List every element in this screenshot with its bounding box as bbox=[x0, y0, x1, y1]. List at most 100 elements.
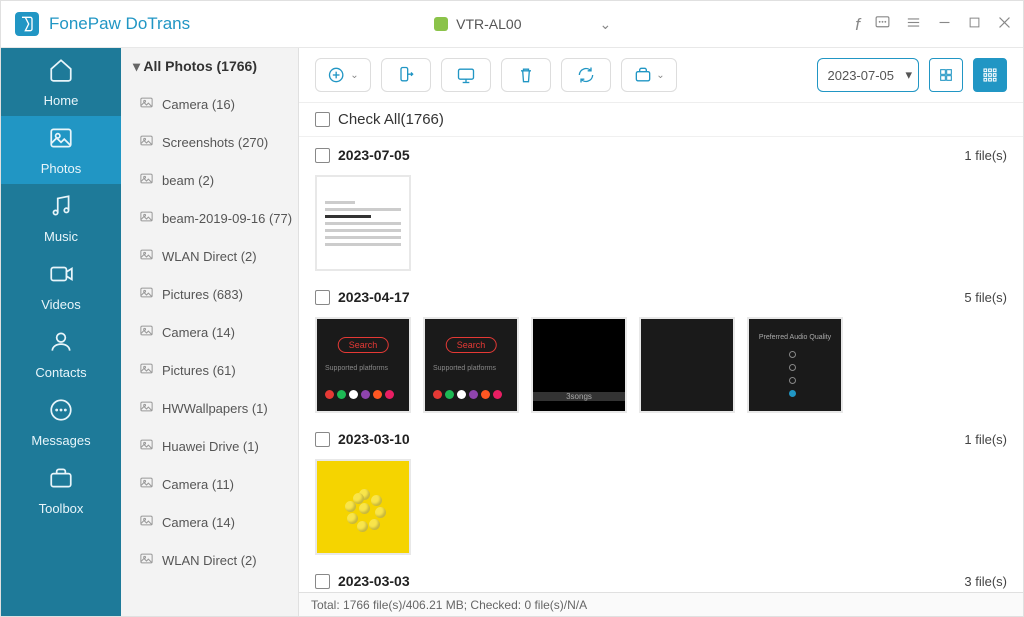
chevron-down-icon: ⌄ bbox=[600, 16, 612, 33]
photo-thumbnail[interactable]: 3songs bbox=[531, 317, 627, 413]
device-selector[interactable]: VTR-AL00 ⌄ bbox=[434, 9, 611, 39]
export-to-device-button[interactable] bbox=[381, 58, 431, 92]
date-group-header: 2023-04-175 file(s) bbox=[315, 283, 1007, 311]
folder-item[interactable]: beam-2019-09-16 (77) bbox=[121, 199, 298, 237]
chevron-down-icon: ⌄ bbox=[656, 70, 664, 81]
device-name: VTR-AL00 bbox=[456, 16, 521, 32]
folder-label: beam (2) bbox=[162, 173, 214, 188]
folder-label: Camera (16) bbox=[162, 97, 235, 112]
image-icon bbox=[139, 361, 154, 379]
folder-item[interactable]: Camera (16) bbox=[121, 85, 298, 123]
folder-item[interactable]: WLAN Direct (2) bbox=[121, 541, 298, 579]
folder-item[interactable]: Pictures (683) bbox=[121, 275, 298, 313]
sidebar-item-music[interactable]: Music bbox=[1, 184, 121, 252]
sidebar-item-photos[interactable]: Photos bbox=[1, 116, 121, 184]
photos-area[interactable]: 2023-07-051 file(s) 2023-04-175 file(s) Se… bbox=[299, 137, 1023, 592]
folder-item[interactable]: HWWallpapers (1) bbox=[121, 389, 298, 427]
toolbox-icon bbox=[48, 465, 74, 497]
photo-thumbnail[interactable] bbox=[315, 459, 411, 555]
sidebar-item-messages[interactable]: Messages bbox=[1, 388, 121, 456]
image-icon bbox=[139, 171, 154, 189]
group-file-count: 3 file(s) bbox=[964, 574, 1007, 589]
image-icon bbox=[139, 513, 154, 531]
folder-heading: All Photos (1766) bbox=[143, 58, 257, 74]
view-grid-button[interactable] bbox=[973, 58, 1007, 92]
sidebar-item-label: Messages bbox=[31, 433, 90, 448]
sidebar-item-label: Toolbox bbox=[39, 501, 84, 516]
image-icon bbox=[139, 285, 154, 303]
share-icon[interactable]: f bbox=[855, 16, 860, 33]
album-button[interactable]: ⌄ bbox=[621, 58, 677, 92]
view-list-button[interactable] bbox=[929, 58, 963, 92]
folder-item[interactable]: Camera (14) bbox=[121, 503, 298, 541]
delete-button[interactable] bbox=[501, 58, 551, 92]
image-icon bbox=[139, 209, 154, 227]
group-file-count: 5 file(s) bbox=[964, 290, 1007, 305]
chevron-down-icon: ▾ bbox=[133, 58, 140, 74]
date-filter-value: 2023-07-05 bbox=[828, 68, 895, 83]
photo-thumbnail[interactable]: SearchSupported platforms bbox=[423, 317, 519, 413]
feedback-icon[interactable] bbox=[874, 14, 891, 34]
sidebar-item-toolbox[interactable]: Toolbox bbox=[1, 456, 121, 524]
photo-thumbnail[interactable] bbox=[315, 175, 411, 271]
folder-item[interactable]: beam (2) bbox=[121, 161, 298, 199]
folder-label: beam-2019-09-16 (77) bbox=[162, 211, 292, 226]
group-checkbox[interactable] bbox=[315, 574, 330, 589]
group-file-count: 1 file(s) bbox=[964, 432, 1007, 447]
image-icon bbox=[139, 133, 154, 151]
date-group-header: 2023-07-051 file(s) bbox=[315, 141, 1007, 169]
folder-item[interactable]: Huawei Drive (1) bbox=[121, 427, 298, 465]
export-to-pc-button[interactable] bbox=[441, 58, 491, 92]
home-icon bbox=[48, 57, 74, 89]
status-text: Total: 1766 file(s)/406.21 MB; Checked: … bbox=[311, 598, 587, 612]
folder-item[interactable]: Camera (11) bbox=[121, 465, 298, 503]
date-group-header: 2023-03-033 file(s) bbox=[315, 567, 1007, 592]
folder-label: Camera (14) bbox=[162, 325, 235, 340]
group-checkbox[interactable] bbox=[315, 432, 330, 447]
folder-item[interactable]: Pictures (61) bbox=[121, 351, 298, 389]
folder-list-header[interactable]: ▾ All Photos (1766) bbox=[121, 48, 298, 85]
folder-label: WLAN Direct (2) bbox=[162, 249, 257, 264]
sidebar-item-videos[interactable]: Videos bbox=[1, 252, 121, 320]
folder-label: Pictures (683) bbox=[162, 287, 243, 302]
check-all-checkbox[interactable] bbox=[315, 112, 330, 127]
minimize-button[interactable] bbox=[936, 14, 953, 34]
sidebar-item-home[interactable]: Home bbox=[1, 48, 121, 116]
group-checkbox[interactable] bbox=[315, 290, 330, 305]
date-filter[interactable]: 2023-07-05 bbox=[817, 58, 920, 92]
close-button[interactable] bbox=[996, 14, 1013, 34]
sidebar-item-label: Home bbox=[44, 93, 79, 108]
image-icon bbox=[139, 437, 154, 455]
image-icon bbox=[139, 551, 154, 569]
messages-icon bbox=[48, 397, 74, 429]
date-group-header: 2023-03-101 file(s) bbox=[315, 425, 1007, 453]
photo-thumbnail[interactable] bbox=[639, 317, 735, 413]
folder-item[interactable]: Camera (14) bbox=[121, 313, 298, 351]
folder-label: Pictures (61) bbox=[162, 363, 236, 378]
toolbar: ⌄ ⌄ 2023-07-05 bbox=[299, 48, 1023, 103]
group-checkbox[interactable] bbox=[315, 148, 330, 163]
add-button[interactable]: ⌄ bbox=[315, 58, 371, 92]
sidebar-item-contacts[interactable]: Contacts bbox=[1, 320, 121, 388]
folder-item[interactable]: WLAN Direct (2) bbox=[121, 237, 298, 275]
refresh-button[interactable] bbox=[561, 58, 611, 92]
image-icon bbox=[139, 247, 154, 265]
image-icon bbox=[139, 475, 154, 493]
folder-list: ▾ All Photos (1766) Camera (16) Screensho… bbox=[121, 48, 299, 616]
photo-thumbnail[interactable]: Preferred Audio Quality bbox=[747, 317, 843, 413]
group-file-count: 1 file(s) bbox=[964, 148, 1007, 163]
check-all-row: Check All(1766) bbox=[299, 103, 1023, 137]
folder-label: Huawei Drive (1) bbox=[162, 439, 259, 454]
folder-label: WLAN Direct (2) bbox=[162, 553, 257, 568]
folder-label: Camera (14) bbox=[162, 515, 235, 530]
sidebar-item-label: Photos bbox=[41, 161, 81, 176]
videos-icon bbox=[48, 261, 74, 293]
chevron-down-icon: ⌄ bbox=[350, 70, 358, 81]
folder-item[interactable]: Screenshots (270) bbox=[121, 123, 298, 161]
sidebar: Home Photos Music Videos Contacts Messag… bbox=[1, 48, 121, 616]
music-icon bbox=[48, 193, 74, 225]
menu-icon[interactable] bbox=[905, 14, 922, 34]
photo-thumbnail[interactable]: SearchSupported platforms bbox=[315, 317, 411, 413]
maximize-button[interactable] bbox=[967, 15, 982, 33]
image-icon bbox=[139, 95, 154, 113]
